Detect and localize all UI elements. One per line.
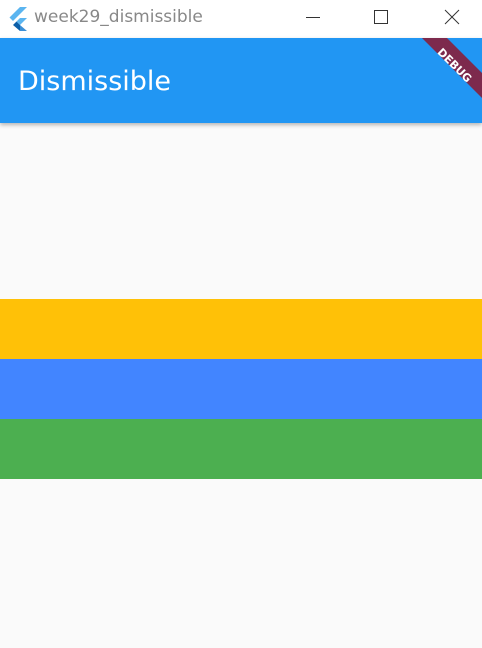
app-bar: Dismissible bbox=[0, 38, 482, 123]
dismissible-item-green[interactable] bbox=[0, 419, 482, 479]
minimize-icon bbox=[305, 9, 321, 25]
dismissible-item-amber[interactable] bbox=[0, 299, 482, 359]
window-titlebar: week29_dismissible bbox=[0, 0, 482, 38]
close-icon bbox=[444, 9, 460, 25]
dismissible-item-blue[interactable] bbox=[0, 359, 482, 419]
window-title: week29_dismissible bbox=[34, 7, 203, 27]
close-button[interactable] bbox=[428, 0, 476, 34]
maximize-button[interactable] bbox=[357, 0, 405, 34]
app-bar-title: Dismissible bbox=[18, 66, 172, 97]
flutter-logo-icon bbox=[8, 7, 28, 31]
minimize-button[interactable] bbox=[289, 0, 337, 34]
maximize-icon bbox=[373, 9, 389, 25]
list-body bbox=[0, 123, 482, 648]
